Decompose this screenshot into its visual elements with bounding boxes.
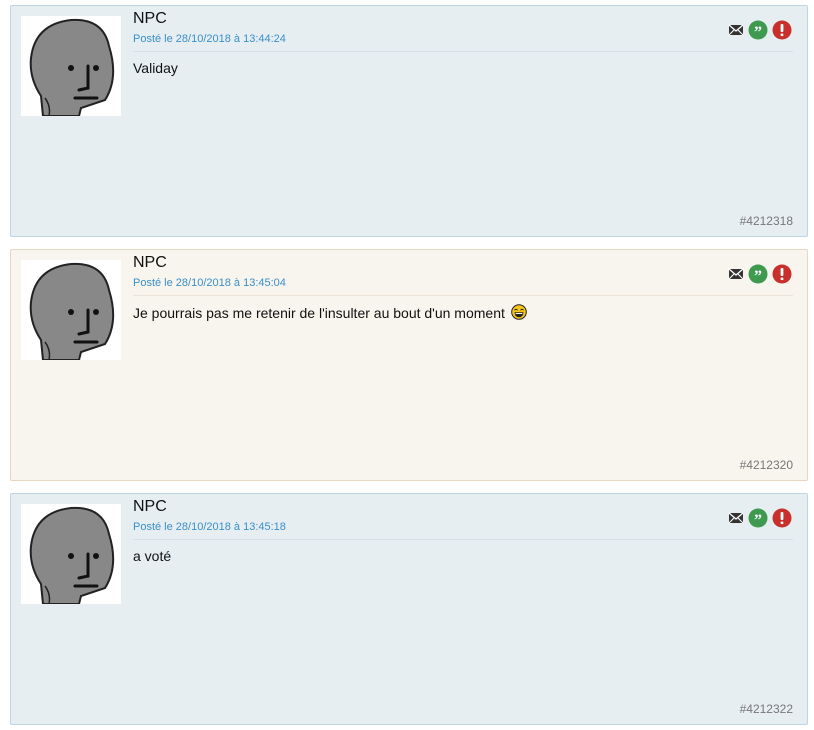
avatar[interactable] — [21, 260, 121, 360]
author-name[interactable]: NPC — [133, 254, 167, 272]
report-button[interactable] — [772, 20, 792, 40]
report-button[interactable] — [772, 508, 792, 528]
quote-icon: ” — [748, 20, 768, 40]
forum-post: NPC Posté le 28/10/2018 à 13:44:24 Valid… — [10, 5, 808, 237]
svg-text:”: ” — [754, 268, 762, 284]
post-text: a voté — [133, 548, 172, 564]
post-actions: ” — [728, 264, 792, 284]
laughing-smiley-icon — [510, 304, 527, 323]
post-content: Je pourrais pas me retenir de l'insulter… — [133, 304, 527, 323]
quote-button[interactable]: ” — [748, 264, 768, 284]
envelope-icon — [728, 268, 744, 280]
author-name[interactable]: NPC — [133, 10, 167, 28]
forum-post: NPC Posté le 28/10/2018 à 13:45:18 a vot… — [10, 493, 808, 725]
envelope-icon — [728, 512, 744, 524]
post-date: Posté le 28/10/2018 à 13:45:18 — [133, 521, 286, 533]
quote-button[interactable]: ” — [748, 508, 768, 528]
avatar[interactable] — [21, 504, 121, 604]
divider — [133, 539, 793, 540]
svg-text:”: ” — [754, 512, 762, 528]
forum-post: NPC Posté le 28/10/2018 à 13:45:04 Je po… — [10, 249, 808, 481]
message-button[interactable] — [728, 510, 744, 526]
post-date: Posté le 28/10/2018 à 13:44:24 — [133, 33, 286, 45]
quote-icon: ” — [748, 264, 768, 284]
post-number[interactable]: #4212322 — [740, 702, 793, 716]
svg-text:”: ” — [754, 24, 762, 40]
quote-button[interactable]: ” — [748, 20, 768, 40]
npc-face-icon — [29, 18, 115, 116]
post-content: a voté — [133, 548, 171, 564]
quote-icon: ” — [748, 508, 768, 528]
post-number[interactable]: #4212318 — [740, 214, 793, 228]
author-name[interactable]: NPC — [133, 498, 167, 516]
message-button[interactable] — [728, 22, 744, 38]
post-actions: ” — [728, 20, 792, 40]
exclamation-icon — [772, 508, 792, 528]
npc-face-icon — [29, 262, 115, 360]
npc-face-icon — [29, 506, 115, 604]
post-text: Validay — [133, 60, 178, 76]
post-actions: ” — [728, 508, 792, 528]
post-content: Validay — [133, 60, 178, 76]
post-text: Je pourrais pas me retenir de l'insulter… — [133, 305, 505, 321]
avatar[interactable] — [21, 16, 121, 116]
post-date: Posté le 28/10/2018 à 13:45:04 — [133, 277, 286, 289]
message-button[interactable] — [728, 266, 744, 282]
report-button[interactable] — [772, 264, 792, 284]
envelope-icon — [728, 24, 744, 36]
divider — [133, 51, 793, 52]
post-number[interactable]: #4212320 — [740, 458, 793, 472]
exclamation-icon — [772, 264, 792, 284]
divider — [133, 295, 793, 296]
exclamation-icon — [772, 20, 792, 40]
